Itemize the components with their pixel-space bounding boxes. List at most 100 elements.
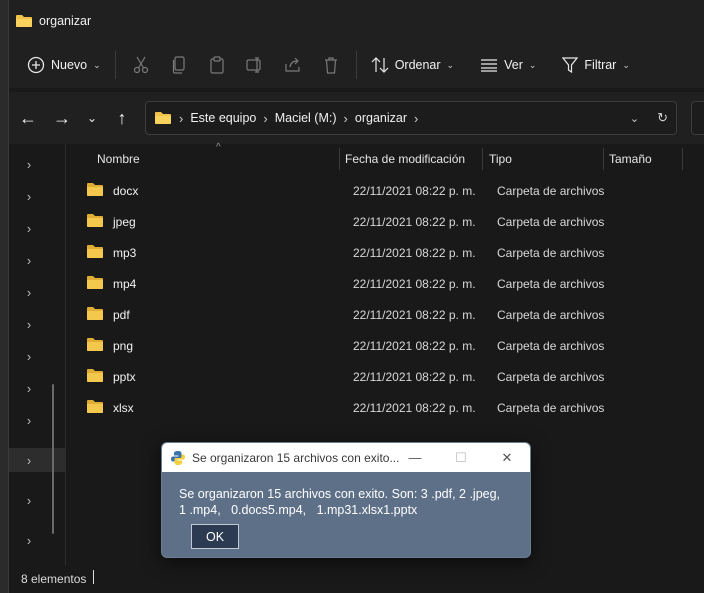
rename-icon <box>246 57 261 73</box>
chevron-down-icon: ⌄ <box>86 111 98 125</box>
close-icon[interactable]: ✕ <box>484 450 530 466</box>
folder-icon <box>87 307 103 320</box>
chevron-right-icon: › <box>26 188 32 204</box>
share-button[interactable] <box>274 49 312 81</box>
delete-button[interactable] <box>312 49 350 81</box>
search-box[interactable] <box>691 101 704 135</box>
view-button-label: Ver <box>504 58 523 72</box>
file-date: 22/11/2021 08:22 p. m. <box>353 277 476 291</box>
ok-button[interactable]: OK <box>191 524 239 549</box>
toolbar-separator <box>355 51 357 79</box>
nav-pane-item[interactable]: › <box>9 152 66 176</box>
breadcrumb-drive[interactable]: Maciel (M:) <box>275 111 337 125</box>
folder-icon-wrap <box>86 368 104 386</box>
nav-pane-item-selected[interactable]: › <box>9 448 66 472</box>
breadcrumb-this-pc[interactable]: Este equipo <box>190 111 256 125</box>
filter-button[interactable]: Filtrar ⌄ <box>554 49 638 81</box>
file-type: Carpeta de archivos <box>497 339 605 353</box>
nav-pane-item[interactable]: › <box>9 280 66 304</box>
back-button[interactable]: ← <box>11 102 45 134</box>
recent-locations-button[interactable]: ⌄ <box>79 102 105 134</box>
folder-icon <box>155 112 171 124</box>
address-history-button[interactable]: ⌄ <box>630 112 639 125</box>
file-row[interactable]: mp3 22/11/2021 08:22 p. m. Carpeta de arch… <box>66 237 704 268</box>
address-bar[interactable]: › Este equipo › Maciel (M:) › organizar … <box>145 101 677 135</box>
cut-button[interactable] <box>122 49 160 81</box>
arrow-up-icon: ↑ <box>117 107 127 128</box>
folder-icon <box>87 369 103 382</box>
python-icon <box>171 450 185 465</box>
nav-pane-item[interactable]: › <box>9 216 66 240</box>
breadcrumb-separator-icon: › <box>414 110 419 126</box>
file-row[interactable]: mp4 22/11/2021 08:22 p. m. Carpeta de arch… <box>66 268 704 299</box>
file-row[interactable]: jpeg 22/11/2021 08:22 p. m. Carpeta de arc… <box>66 206 704 237</box>
chevron-right-icon: › <box>26 156 32 172</box>
nav-pane-item[interactable]: › <box>9 488 66 512</box>
breadcrumb-separator-icon: › <box>263 110 268 126</box>
chevron-right-icon: › <box>26 220 32 236</box>
refresh-icon[interactable]: ↻ <box>657 110 668 126</box>
folder-icon <box>87 183 103 196</box>
forward-button[interactable]: → <box>45 102 79 134</box>
new-button[interactable]: Nuevo ⌄ <box>19 49 109 81</box>
breadcrumb-separator-icon: › <box>343 110 348 126</box>
nav-pane-item[interactable]: › <box>9 376 66 400</box>
file-name: mp3 <box>113 246 137 260</box>
folder-icon-wrap <box>86 244 104 262</box>
dialog-window-controls: — ☐ ✕ <box>392 443 530 472</box>
share-icon <box>285 57 300 72</box>
scissors-icon <box>133 56 148 74</box>
file-row[interactable]: png 22/11/2021 08:22 p. m. Carpeta de arch… <box>66 330 704 361</box>
paste-button[interactable] <box>198 49 236 81</box>
file-row[interactable]: pptx 22/11/2021 08:22 p. m. Carpeta de arc… <box>66 361 704 392</box>
breadcrumb-current-folder[interactable]: organizar <box>355 111 407 125</box>
sort-button-label: Ordenar <box>394 58 441 72</box>
view-button[interactable]: Ver ⌄ <box>472 49 544 81</box>
nav-pane-item[interactable]: › <box>9 312 66 336</box>
maximize-icon[interactable]: ☐ <box>438 450 484 466</box>
file-row[interactable]: pdf 22/11/2021 08:22 p. m. Carpeta de arch… <box>66 299 704 330</box>
nav-pane-scrollbar[interactable] <box>52 384 54 534</box>
file-date: 22/11/2021 08:22 p. m. <box>353 184 476 198</box>
toolbar-separator <box>114 51 116 79</box>
chevron-right-icon: › <box>26 284 32 300</box>
chevron-right-icon: › <box>26 532 32 548</box>
file-name: mp4 <box>113 277 137 291</box>
file-name: pdf <box>113 308 130 322</box>
up-button[interactable]: ↑ <box>105 102 139 134</box>
chevron-right-icon: › <box>26 252 32 268</box>
chevron-right-icon: › <box>26 348 32 364</box>
file-name: xlsx <box>113 401 134 415</box>
nav-pane-item[interactable]: › <box>9 408 66 432</box>
folder-icon <box>16 15 32 27</box>
column-header-name[interactable]: Nombre <box>97 152 140 166</box>
chevron-down-icon: ⌄ <box>528 59 537 70</box>
nav-pane-item[interactable]: › <box>9 248 66 272</box>
chevron-down-icon: ⌄ <box>622 59 630 70</box>
rename-button[interactable] <box>236 49 274 81</box>
column-divider[interactable] <box>603 148 604 170</box>
folder-icon <box>87 338 103 351</box>
copy-button[interactable] <box>160 49 198 81</box>
column-header-size[interactable]: Tamaño <box>609 152 652 166</box>
file-row[interactable]: xlsx 22/11/2021 08:22 p. m. Carpeta de arc… <box>66 392 704 423</box>
nav-pane-item[interactable]: › <box>9 184 66 208</box>
nav-pane-item[interactable]: › <box>9 528 66 552</box>
status-separator <box>93 570 94 584</box>
title-bar: organizar <box>9 0 704 42</box>
sort-icon <box>371 57 389 73</box>
minimize-icon[interactable]: — <box>392 450 438 465</box>
paste-icon <box>210 56 224 74</box>
file-row[interactable]: docx 22/11/2021 08:22 p. m. Carpeta de arc… <box>66 175 704 206</box>
nav-pane-item[interactable]: › <box>9 344 66 368</box>
column-header-date[interactable]: Fecha de modificación <box>345 152 465 166</box>
column-divider[interactable] <box>339 148 340 170</box>
file-type: Carpeta de archivos <box>497 277 605 291</box>
file-type: Carpeta de archivos <box>497 246 605 260</box>
sort-button[interactable]: Ordenar ⌄ <box>363 49 462 81</box>
column-header-type[interactable]: Tipo <box>489 152 512 166</box>
arrow-right-icon: → <box>53 107 71 128</box>
column-divider[interactable] <box>482 148 483 170</box>
folder-icon <box>87 276 103 289</box>
column-divider[interactable] <box>682 148 683 170</box>
